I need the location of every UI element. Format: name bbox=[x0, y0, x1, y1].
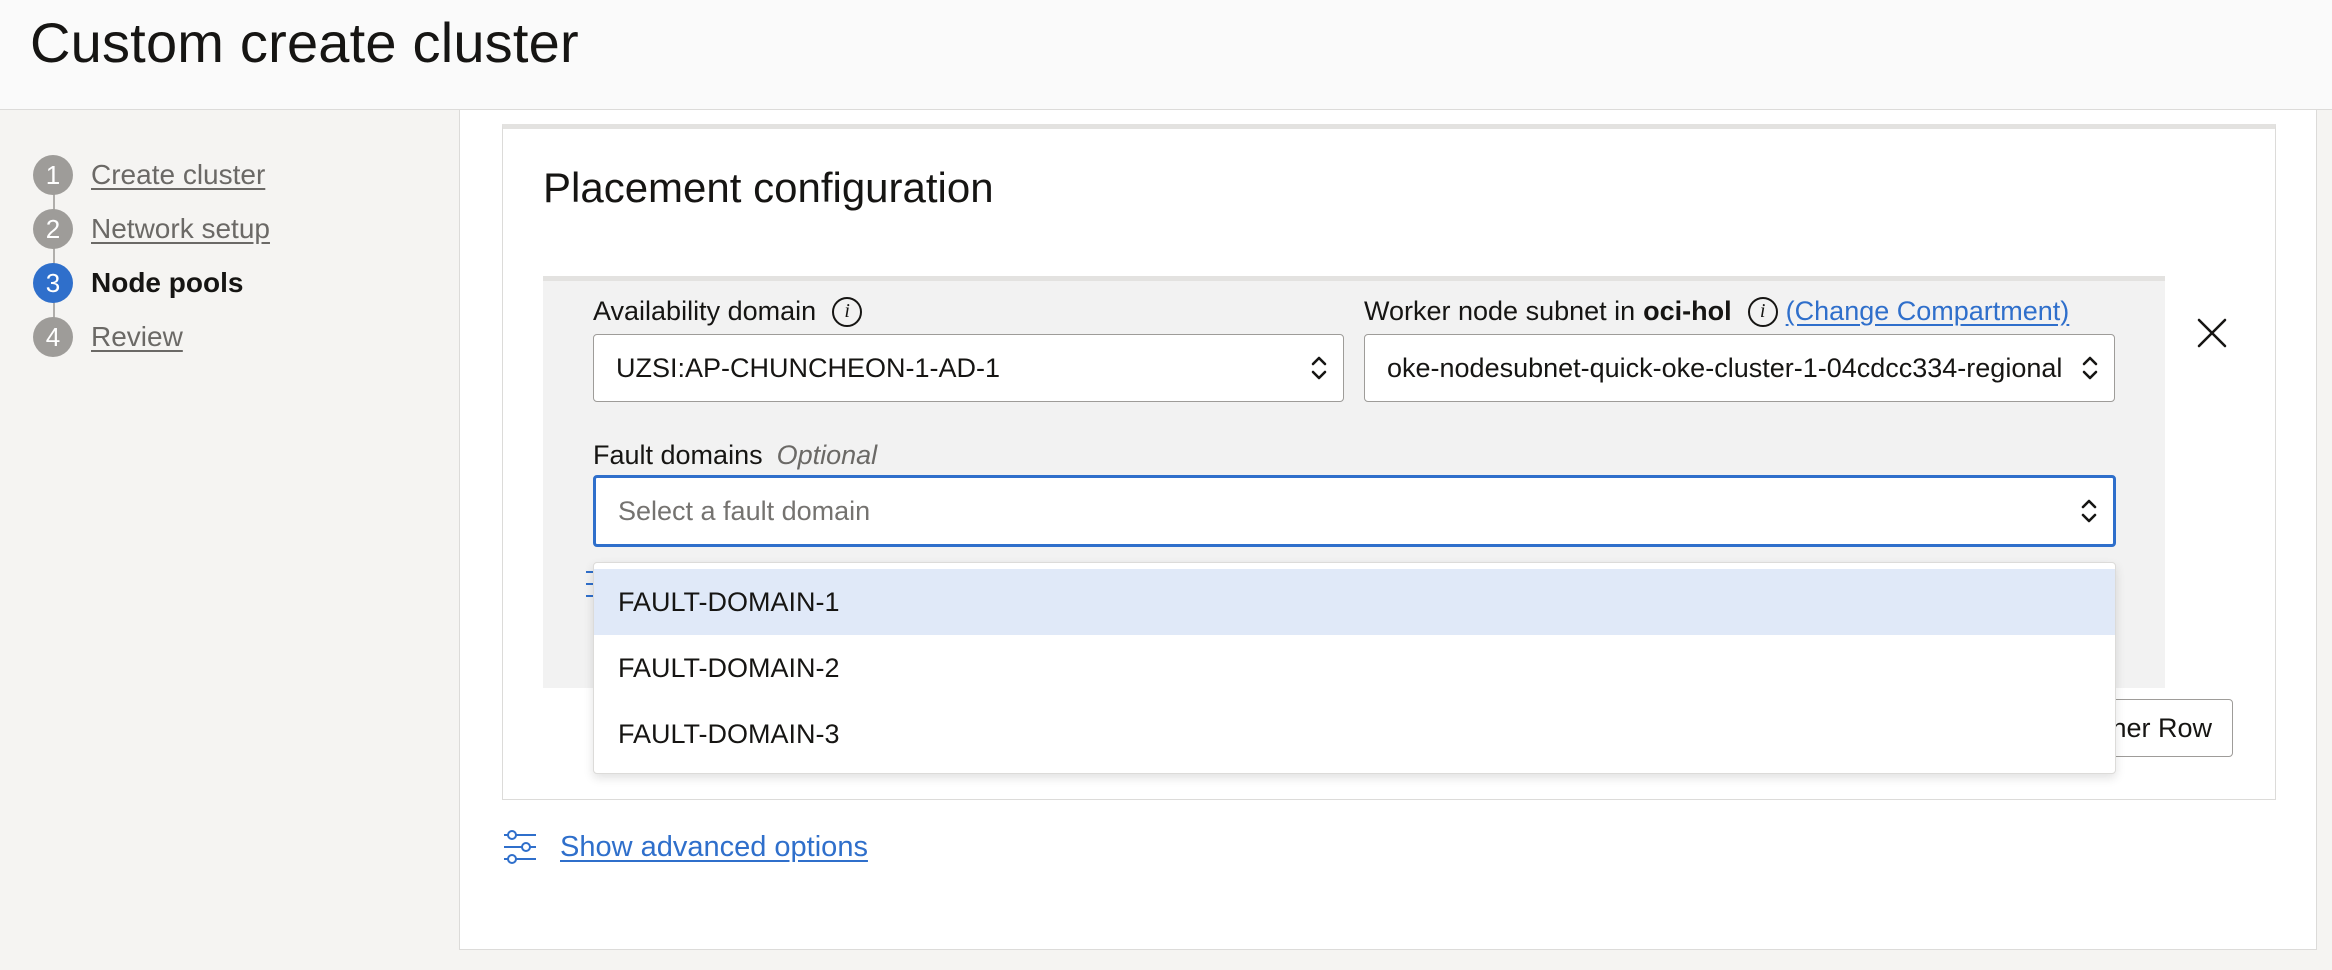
fault-domain-option[interactable]: FAULT-DOMAIN-3 bbox=[594, 701, 2115, 767]
availability-domain-label: Availability domain i bbox=[593, 296, 863, 327]
info-icon[interactable]: i bbox=[832, 296, 863, 327]
step-node-pools: 3 Node pools bbox=[33, 263, 243, 303]
fault-domain-option[interactable]: FAULT-DOMAIN-1 bbox=[594, 569, 2115, 635]
step-label[interactable]: Create cluster bbox=[91, 159, 265, 191]
page-header: Custom create cluster bbox=[0, 0, 2332, 110]
step-number: 4 bbox=[33, 317, 73, 357]
page-title: Custom create cluster bbox=[30, 11, 579, 74]
step-connector bbox=[53, 175, 55, 335]
sliders-icon bbox=[504, 830, 536, 864]
step-number: 3 bbox=[33, 263, 73, 303]
availability-domain-label-text: Availability domain bbox=[593, 296, 817, 326]
advanced-options[interactable]: Show advanced options bbox=[502, 828, 868, 866]
fault-domain-option[interactable]: FAULT-DOMAIN-2 bbox=[594, 635, 2115, 701]
info-icon[interactable]: i bbox=[1747, 296, 1778, 327]
fault-domains-select[interactable]: Select a fault domain bbox=[593, 475, 2116, 547]
step-network-setup[interactable]: 2 Network setup bbox=[33, 209, 270, 249]
show-advanced-options-link[interactable]: Show advanced options bbox=[560, 831, 868, 864]
worker-subnet-label: Worker node subnet in oci-hol i (Change … bbox=[1364, 296, 2069, 327]
optional-tag: Optional bbox=[776, 440, 878, 470]
step-label: Node pools bbox=[91, 267, 244, 298]
worker-subnet-label-text: Worker node subnet in bbox=[1364, 296, 1636, 326]
close-icon[interactable] bbox=[2195, 316, 2229, 350]
step-label[interactable]: Review bbox=[91, 321, 183, 353]
compartment-name: oci-hol bbox=[1643, 296, 1732, 326]
step-review[interactable]: 4 Review bbox=[33, 317, 183, 357]
fault-domains-label: Fault domains Optional bbox=[593, 440, 877, 471]
step-number: 1 bbox=[33, 155, 73, 195]
availability-domain-value: UZSI:AP-CHUNCHEON-1-AD-1 bbox=[616, 352, 1001, 383]
updown-chevron-icon bbox=[1311, 356, 1327, 380]
step-create-cluster[interactable]: 1 Create cluster bbox=[33, 155, 265, 195]
fault-domains-placeholder: Select a fault domain bbox=[618, 495, 871, 526]
fault-domains-label-text: Fault domains bbox=[593, 440, 763, 470]
updown-chevron-icon bbox=[2082, 356, 2098, 380]
worker-subnet-select[interactable]: oke-nodesubnet-quick-oke-cluster-1-04cdc… bbox=[1364, 334, 2115, 402]
availability-domain-select[interactable]: UZSI:AP-CHUNCHEON-1-AD-1 bbox=[593, 334, 1344, 402]
updown-chevron-icon bbox=[2081, 499, 2097, 523]
worker-subnet-value: oke-nodesubnet-quick-oke-cluster-1-04cdc… bbox=[1387, 352, 2063, 383]
placement-title: Placement configuration bbox=[543, 164, 994, 211]
change-compartment-link[interactable]: (Change Compartment) bbox=[1786, 296, 2070, 327]
fault-domain-dropdown: FAULT-DOMAIN-1 FAULT-DOMAIN-2 FAULT-DOMA… bbox=[593, 562, 2116, 774]
step-number: 2 bbox=[33, 209, 73, 249]
step-label[interactable]: Network setup bbox=[91, 213, 270, 245]
